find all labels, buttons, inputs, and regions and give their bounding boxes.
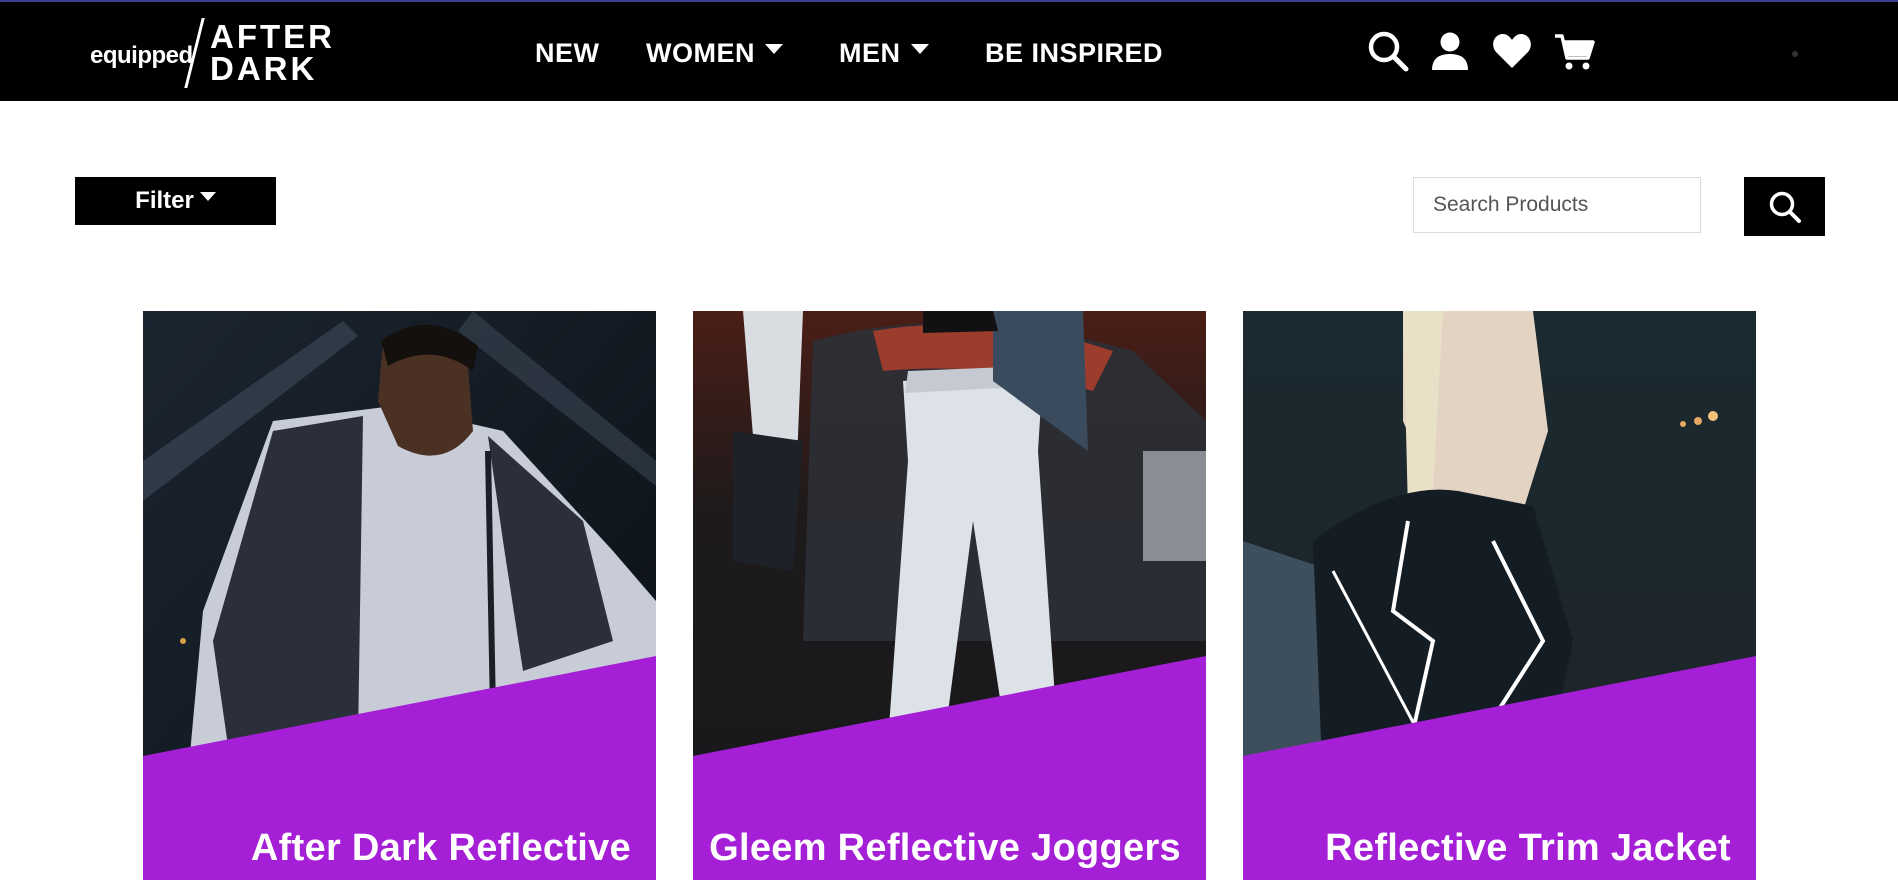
cart-icon[interactable]	[1553, 30, 1595, 72]
nav-women[interactable]: WOMEN	[646, 36, 783, 70]
chevron-down-icon	[910, 43, 929, 54]
product-card[interactable]: After Dark Reflective	[143, 311, 656, 880]
logo-prefix: equipped	[90, 42, 193, 69]
search-icon[interactable]	[1367, 30, 1409, 72]
filter-button[interactable]: Filter	[75, 177, 276, 225]
chevron-down-icon	[764, 43, 783, 54]
nav-men-label: MEN	[839, 38, 901, 68]
logo-line-2: DARK	[210, 50, 318, 87]
search-button[interactable]	[1744, 177, 1825, 236]
nav-men[interactable]: MEN	[839, 36, 929, 70]
nav-new[interactable]: NEW	[535, 36, 600, 70]
heart-icon[interactable]	[1491, 30, 1533, 72]
logo-line-1: AFTER	[210, 18, 335, 55]
brand-logo[interactable]: equipped AFTER DARK	[90, 18, 332, 88]
product-image	[1243, 311, 1756, 880]
nav-be-inspired-label: BE INSPIRED	[985, 38, 1164, 68]
nav-new-label: NEW	[535, 38, 600, 68]
nav-women-label: WOMEN	[646, 38, 755, 68]
product-image	[693, 311, 1206, 880]
status-dot	[1792, 51, 1798, 57]
site-header: equipped AFTER DARK NEW WOMEN MEN BE INS…	[0, 2, 1898, 101]
product-image	[143, 311, 656, 880]
product-card[interactable]: Gleem Reflective Joggers	[693, 311, 1206, 880]
product-title[interactable]: Gleem Reflective Joggers	[709, 827, 1181, 870]
chevron-down-icon	[199, 191, 216, 201]
user-icon[interactable]	[1429, 30, 1471, 72]
search-icon	[1769, 191, 1801, 223]
product-title[interactable]: After Dark Reflective	[251, 827, 631, 870]
nav-be-inspired[interactable]: BE INSPIRED	[985, 36, 1163, 70]
product-card[interactable]: Reflective Trim Jacket	[1243, 311, 1756, 880]
search-input[interactable]	[1413, 177, 1701, 233]
filter-label: Filter	[135, 187, 194, 214]
product-title[interactable]: Reflective Trim Jacket	[1325, 827, 1731, 870]
